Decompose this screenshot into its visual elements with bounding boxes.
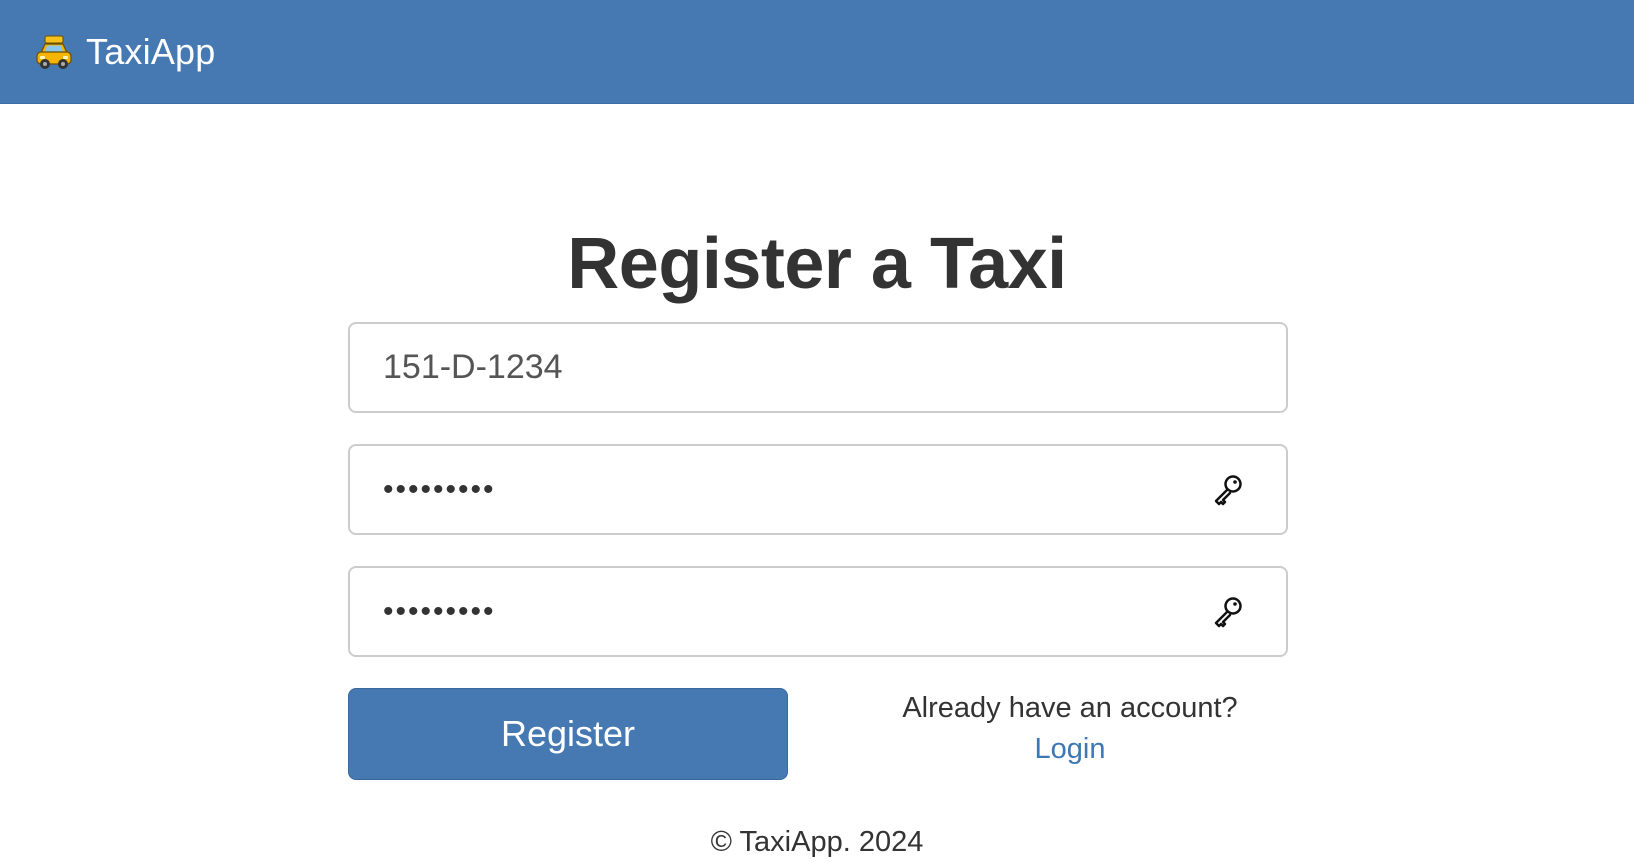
- password-field: [348, 444, 1288, 535]
- brand-link[interactable]: TaxiApp: [32, 31, 215, 73]
- navbar: TaxiApp: [0, 0, 1634, 104]
- taxi-icon: [32, 32, 76, 72]
- login-prompt-block: Already have an account? Login: [820, 688, 1320, 769]
- register-button[interactable]: Register: [348, 688, 788, 780]
- login-prompt: Already have an account?: [902, 692, 1238, 724]
- page-title: Register a Taxi: [567, 224, 1067, 304]
- taxi-number-field: [348, 322, 1288, 413]
- footer: © TaxiApp. 2024: [710, 826, 924, 858]
- brand-title: TaxiApp: [86, 30, 216, 72]
- key-icon: [1208, 592, 1248, 632]
- confirm-password-input[interactable]: [383, 594, 1208, 629]
- taxi-number-input[interactable]: [383, 348, 1248, 387]
- password-input[interactable]: [383, 472, 1208, 507]
- confirm-password-field: [348, 566, 1288, 657]
- key-icon: [1208, 470, 1248, 510]
- login-link[interactable]: Login: [1035, 729, 1106, 769]
